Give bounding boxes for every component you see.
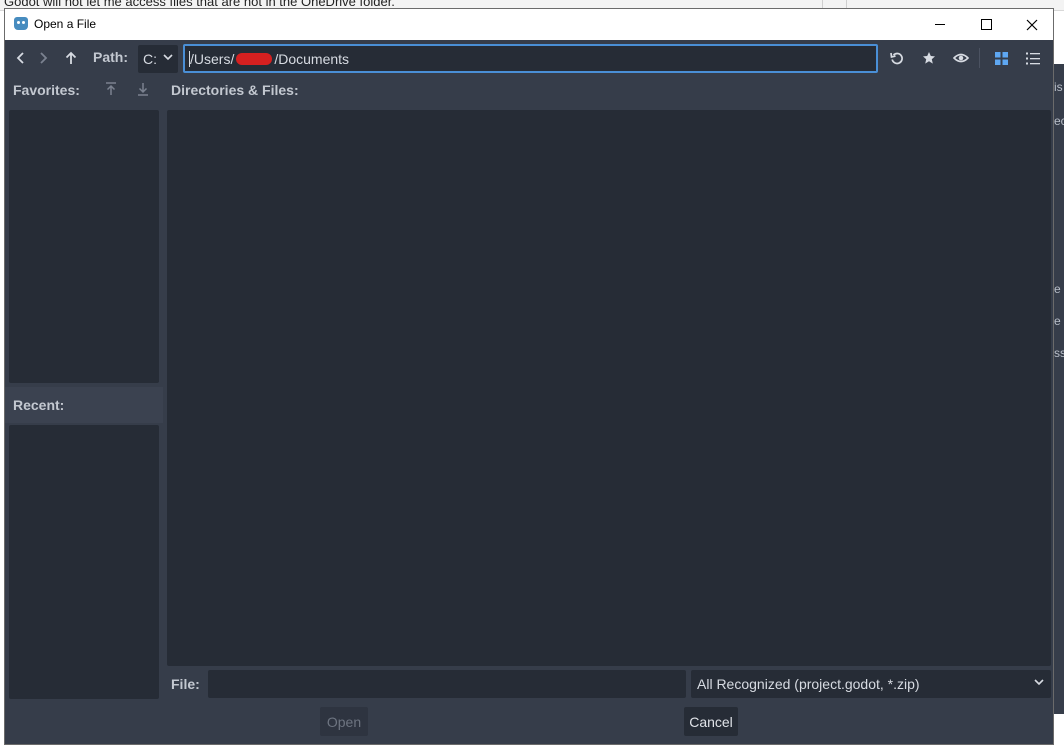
list-view-icon [1026,52,1040,64]
title-bar[interactable]: Open a File [5,9,1053,40]
background-fragment: is [1054,80,1063,94]
path-label: Path: [93,49,128,65]
background-editor-edge [1054,64,1064,714]
background-fragment: e [1054,314,1061,328]
minimize-button[interactable] [917,9,963,40]
file-list-area[interactable] [167,110,1051,666]
back-button[interactable] [11,40,31,76]
refresh-button[interactable] [885,40,909,76]
recent-label: Recent: [13,397,65,413]
favorite-button[interactable] [917,40,941,76]
move-up-icon [106,82,116,95]
favorites-list[interactable] [9,110,159,383]
up-directory-button[interactable] [61,40,81,76]
maximize-button[interactable] [963,9,1009,40]
close-button[interactable] [1009,9,1055,40]
open-file-dialog: Open a File Path: C: /Users/ /Documents F… [4,8,1054,745]
grid-view-button[interactable] [989,40,1013,76]
path-prefix: /Users/ [190,51,235,67]
dialog-title: Open a File [34,17,97,31]
file-name-input[interactable] [208,670,686,698]
favorite-move-up-button[interactable] [105,82,117,99]
chevron-down-icon [1034,679,1044,686]
drive-value: C: [143,51,157,67]
recent-list[interactable] [9,425,159,699]
cancel-button[interactable]: Cancel [684,707,738,736]
favorite-move-down-button[interactable] [137,82,149,99]
directories-files-label: Directories & Files: [171,82,299,98]
grid-view-icon [994,51,1008,65]
file-filter-value: All Recognized (project.godot, *.zip) [697,676,920,692]
toggle-hidden-files-button[interactable] [949,40,973,76]
chevron-down-icon [163,54,173,61]
close-icon [1026,19,1038,30]
forward-icon [40,52,48,64]
refresh-icon [890,52,903,65]
file-label: File: [171,676,200,692]
text-cursor [189,51,190,67]
redacted-username [236,53,273,65]
background-fragment: e [1054,282,1061,296]
file-filter-select[interactable]: All Recognized (project.godot, *.zip) [691,670,1051,698]
star-icon [923,52,935,64]
eye-icon [953,53,969,63]
back-icon [16,52,24,64]
favorites-label: Favorites: [13,82,80,98]
up-arrow-icon [65,51,77,64]
background-fragment: ec [1054,114,1064,128]
forward-button[interactable] [33,40,53,76]
minimize-icon [935,24,945,25]
toolbar-separator [979,48,980,68]
path-input[interactable]: /Users/ /Documents [183,44,878,73]
maximize-icon [980,19,992,30]
toolbar: Path: C: /Users/ /Documents [5,40,1053,76]
godot-logo-icon [14,17,28,30]
background-fragment: ss [1054,346,1064,360]
move-down-icon [138,83,148,96]
open-button[interactable]: Open [320,707,368,736]
path-suffix: /Documents [274,51,350,67]
drive-select[interactable]: C: [138,45,178,73]
list-view-button[interactable] [1021,40,1045,76]
